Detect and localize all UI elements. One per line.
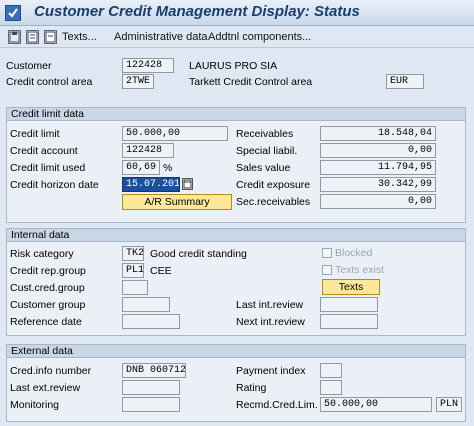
credit-rep-group-text: CEE xyxy=(150,265,172,277)
customer-field[interactable]: 122428 xyxy=(122,58,174,73)
cred-info-number-field[interactable]: DNB 060712 xyxy=(122,363,186,378)
credit-account-label: Credit account xyxy=(10,145,78,157)
sales-value-label: Sales value xyxy=(236,162,291,174)
credit-control-area-name: Tarkett Credit Control area xyxy=(189,76,313,88)
page-title: Customer Credit Management Display: Stat… xyxy=(34,3,360,20)
addtnl-components-button[interactable]: Addtnl components... xyxy=(208,31,311,43)
rating-label: Rating xyxy=(236,382,267,394)
calendar-icon[interactable] xyxy=(182,178,193,190)
credit-account-field[interactable]: 122428 xyxy=(122,143,174,158)
texts-button-internal[interactable]: Texts xyxy=(322,279,380,295)
next-int-review-field[interactable] xyxy=(320,314,378,329)
blocked-checkbox[interactable] xyxy=(322,248,332,258)
customer-label: Customer xyxy=(6,60,52,72)
credit-rep-group-label: Credit rep.group xyxy=(10,265,86,277)
texts-icon[interactable] xyxy=(44,30,57,44)
rating-field[interactable] xyxy=(320,380,342,395)
credit-horizon-date-field[interactable]: 15.07.2013 xyxy=(122,177,180,192)
ar-summary-button[interactable]: A/R Summary xyxy=(122,194,232,210)
blocked-label: Blocked xyxy=(335,247,373,259)
credit-exposure-label: Credit exposure xyxy=(236,179,311,191)
cred-info-number-label: Cred.info number xyxy=(10,365,92,377)
customer-group-field[interactable] xyxy=(122,297,170,312)
recmd-cred-lim-label: Recmd.Cred.Lim. xyxy=(236,399,318,411)
texts-exist-checkbox[interactable] xyxy=(322,265,332,275)
credit-limit-used-label: Credit limit used xyxy=(10,162,86,174)
percent-sign: % xyxy=(163,162,173,174)
texts-button[interactable]: Texts... xyxy=(62,31,97,43)
texts-exist-label: Texts exist xyxy=(335,264,385,276)
monitoring-field[interactable] xyxy=(122,397,180,412)
risk-category-text: Good credit standing xyxy=(150,248,247,260)
sec-receivables-label: Sec.receivables xyxy=(236,196,311,208)
reference-date-field[interactable] xyxy=(122,314,180,329)
monitoring-label: Monitoring xyxy=(10,399,60,411)
cust-cred-group-label: Cust.cred.group xyxy=(10,282,85,294)
external-data-group-title: External data xyxy=(6,344,466,358)
last-ext-review-field[interactable] xyxy=(122,380,180,395)
payment-index-field[interactable] xyxy=(320,363,342,378)
credit-rep-group-field[interactable]: PL1 xyxy=(122,263,144,278)
special-liabil-field[interactable]: 0,00 xyxy=(320,143,436,158)
menu-icon[interactable] xyxy=(5,5,21,21)
sales-value-field[interactable]: 11.794,95 xyxy=(320,160,436,175)
credit-exposure-field[interactable]: 30.342,99 xyxy=(320,177,436,192)
credit-limit-field[interactable]: 50.000,00 xyxy=(122,126,228,141)
currency-field[interactable]: EUR xyxy=(386,74,424,89)
recmd-currency-field[interactable]: PLN xyxy=(436,397,462,412)
last-ext-review-label: Last ext.review xyxy=(10,382,81,394)
internal-data-group-title: Internal data xyxy=(6,228,466,242)
document-icon[interactable] xyxy=(26,30,39,44)
receivables-field[interactable]: 18.548,04 xyxy=(320,126,436,141)
risk-category-label: Risk category xyxy=(10,248,74,260)
customer-group-label: Customer group xyxy=(10,299,86,311)
administrative-data-button[interactable]: Administrative data xyxy=(114,31,208,43)
reference-date-label: Reference date xyxy=(10,316,82,328)
cust-cred-group-field[interactable] xyxy=(122,280,148,295)
credit-control-area-field[interactable]: 2TWE xyxy=(122,74,154,89)
credit-horizon-date-label: Credit horizon date xyxy=(10,179,99,191)
special-liabil-label: Special liabil. xyxy=(236,145,298,157)
credit-limit-used-field[interactable]: 60,69 xyxy=(122,160,160,175)
payment-index-label: Payment index xyxy=(236,365,306,377)
receivables-label: Receivables xyxy=(236,128,294,140)
credit-limit-label: Credit limit xyxy=(10,128,60,140)
credit-limit-group-title: Credit limit data xyxy=(6,107,466,121)
last-int-review-field[interactable] xyxy=(320,297,378,312)
recmd-cred-lim-field[interactable]: 50.000,00 xyxy=(320,397,432,412)
last-int-review-label: Last int.review xyxy=(236,299,304,311)
save-icon[interactable] xyxy=(8,30,21,44)
next-int-review-label: Next int.review xyxy=(236,316,305,328)
customer-name: LAURUS PRO SIA xyxy=(189,60,278,72)
sec-receivables-field[interactable]: 0,00 xyxy=(320,194,436,209)
credit-control-area-label: Credit control area xyxy=(6,76,93,88)
risk-category-field[interactable]: TK2 xyxy=(122,246,144,261)
